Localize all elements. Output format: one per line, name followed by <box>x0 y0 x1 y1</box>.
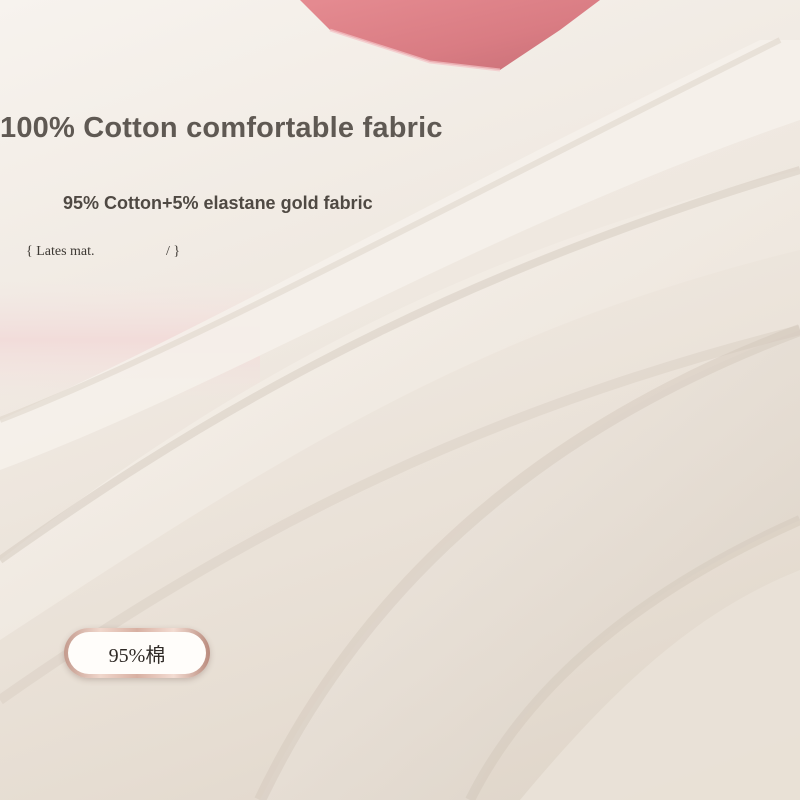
cotton-badge: 95%棉 <box>64 628 210 678</box>
tagline-open: { Lates mat. <box>26 244 95 259</box>
tagline-close: / } <box>166 244 181 259</box>
product-image: 100% Cotton comfortable fabric 95% Cotto… <box>0 0 800 800</box>
headline: 100% Cotton comfortable fabric <box>0 112 443 144</box>
cotton-badge-label: 95%棉 <box>68 632 206 674</box>
subheadline: 95% Cotton+5% elastane gold fabric <box>63 193 373 213</box>
